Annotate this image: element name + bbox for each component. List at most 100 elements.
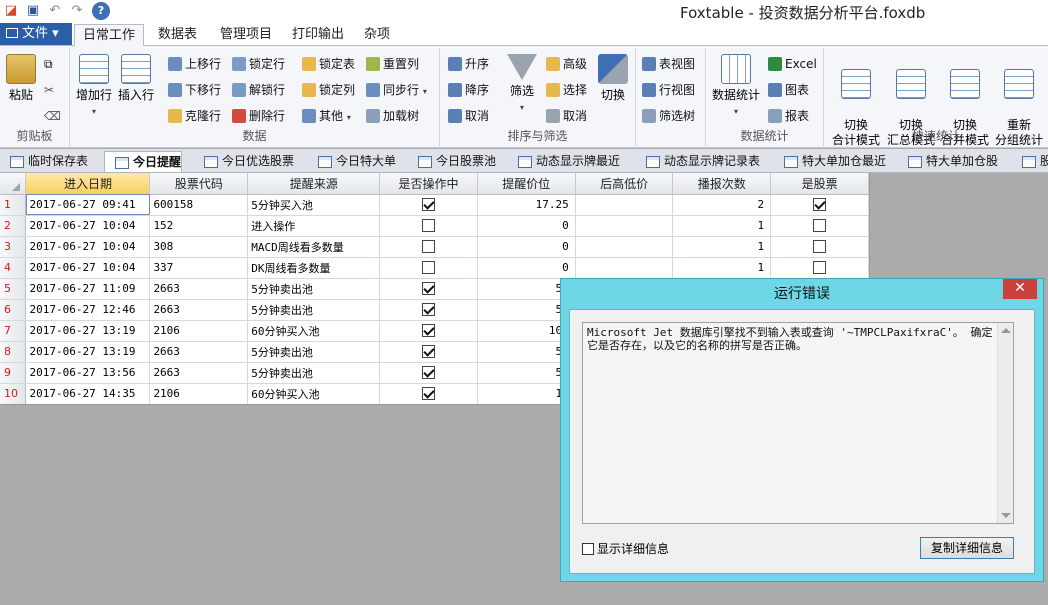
row-view-button[interactable]: 行视图 (642, 82, 695, 98)
operating-checkbox-cell[interactable] (379, 299, 478, 321)
broadcast-count-cell[interactable]: 1 (672, 257, 772, 279)
date-cell[interactable]: 2017-06-27 14:35 (25, 383, 151, 404)
doc-tab-active[interactable]: 今日提醒 (104, 151, 183, 172)
source-cell[interactable]: 5分钟卖出池 (247, 299, 381, 321)
paste-button[interactable]: 粘贴 (4, 54, 38, 103)
stock-code-cell[interactable]: 2663 (149, 341, 249, 363)
source-cell[interactable]: 5分钟卖出池 (247, 362, 381, 384)
checkbox[interactable] (813, 261, 827, 275)
copy-icon[interactable]: ⧉ (44, 56, 53, 72)
table-row[interactable]: 1 2017-06-27 09:41 600158 5分钟买入池 17.25 2 (0, 194, 869, 216)
broadcast-count-cell[interactable]: 1 (672, 236, 772, 258)
source-cell[interactable]: 5分钟卖出池 (247, 278, 381, 300)
row-number[interactable]: 8 (0, 341, 27, 363)
advanced-filter-button[interactable]: 高级 (546, 56, 587, 72)
clone-row-button[interactable]: 克隆行 (168, 108, 221, 124)
message-scrollbar[interactable] (997, 323, 1013, 523)
operating-checkbox-cell[interactable] (379, 278, 478, 300)
checkbox-box[interactable] (582, 543, 594, 555)
table-row[interactable]: 4 2017-06-27 10:04 337 DK周线看多数量 0 1 (0, 257, 869, 279)
checkbox[interactable] (422, 240, 436, 254)
checkbox[interactable] (422, 219, 436, 233)
row-number[interactable]: 1 (0, 194, 27, 216)
price-cell[interactable]: 0 (477, 257, 576, 279)
tab-manage-project[interactable]: 管理项目 (212, 24, 280, 46)
stock-code-cell[interactable]: 2106 (149, 383, 249, 404)
sort-desc-button[interactable]: 降序 (448, 82, 489, 98)
source-cell[interactable]: DK周线看多数量 (247, 257, 381, 279)
operating-checkbox-cell[interactable] (379, 383, 478, 404)
doc-tab[interactable]: 动态显示牌最近 (508, 151, 620, 172)
checkbox[interactable] (422, 345, 436, 359)
column-header[interactable]: 进入日期 (25, 173, 151, 195)
row-number[interactable]: 3 (0, 236, 27, 258)
column-header[interactable]: 股票代码 (149, 173, 249, 195)
doc-tab[interactable]: 特大单加仓最近 (774, 151, 886, 172)
unlock-row-button[interactable]: 解锁行 (232, 82, 285, 98)
row-number[interactable]: 6 (0, 299, 27, 321)
price-cell[interactable]: 0 (477, 236, 576, 258)
checkbox[interactable] (422, 366, 436, 380)
table-row[interactable]: 2 2017-06-27 10:04 152 进入操作 0 1 (0, 215, 869, 237)
load-tree-button[interactable]: 加载树 (366, 108, 419, 124)
is-stock-checkbox-cell[interactable] (770, 215, 869, 237)
error-message-box[interactable]: Microsoft Jet 数据库引擎找不到输入表或查询 '~TMPCLPaxi… (582, 322, 1014, 524)
tab-misc[interactable]: 杂项 (356, 24, 398, 46)
column-header[interactable]: 是股票 (770, 173, 869, 195)
broadcast-count-cell[interactable]: 1 (672, 215, 772, 237)
app-icon[interactable]: ◪ (2, 2, 20, 20)
stock-code-cell[interactable]: 308 (149, 236, 249, 258)
file-menu-button[interactable]: 文件 ▾ (0, 23, 72, 45)
doc-tab[interactable]: 临时保存表 (0, 151, 88, 172)
row-number[interactable]: 2 (0, 215, 27, 237)
move-up-button[interactable]: 上移行 (168, 56, 221, 72)
doc-tab[interactable]: 今日股票池 (408, 151, 496, 172)
source-cell[interactable]: 5分钟买入池 (247, 194, 381, 216)
reset-column-button[interactable]: 重置列 (366, 56, 419, 72)
high-low-cell[interactable] (575, 257, 674, 279)
table-view-button[interactable]: 表视图 (642, 56, 695, 72)
row-number[interactable]: 9 (0, 362, 27, 384)
copy-details-button[interactable]: 复制详细信息 (920, 537, 1014, 559)
operating-checkbox-cell[interactable] (379, 341, 478, 363)
is-stock-checkbox-cell[interactable] (770, 236, 869, 258)
checkbox[interactable] (422, 303, 436, 317)
insert-row-button[interactable]: 插入行 (118, 54, 154, 103)
stock-code-cell[interactable]: 2663 (149, 362, 249, 384)
doc-tab[interactable]: 股 (1012, 151, 1048, 172)
high-low-cell[interactable] (575, 236, 674, 258)
source-cell[interactable]: 60分钟买入池 (247, 383, 381, 404)
save-icon[interactable]: ▣ (24, 2, 42, 20)
date-cell[interactable]: 2017-06-27 10:04 (25, 257, 151, 279)
delete-row-button[interactable]: 删除行 (232, 108, 285, 124)
checkbox[interactable] (813, 219, 827, 233)
source-cell[interactable]: MACD周线看多数量 (247, 236, 381, 258)
date-cell[interactable]: 2017-06-27 13:19 (25, 341, 151, 363)
stock-code-cell[interactable]: 2663 (149, 278, 249, 300)
checkbox[interactable] (422, 198, 436, 212)
data-stats-button[interactable]: 数据统计 ▾ (710, 54, 762, 119)
row-number[interactable]: 10 (0, 383, 27, 404)
checkbox[interactable] (422, 282, 436, 296)
stock-code-cell[interactable]: 2663 (149, 299, 249, 321)
redo-icon[interactable]: ↷ (68, 2, 86, 20)
sort-cancel-button[interactable]: 取消 (448, 108, 489, 124)
source-cell[interactable]: 5分钟卖出池 (247, 341, 381, 363)
add-row-button[interactable]: 增加行 ▾ (76, 54, 112, 119)
scroll-up-icon[interactable] (1001, 328, 1011, 333)
date-cell[interactable]: 2017-06-27 13:56 (25, 362, 151, 384)
help-icon[interactable]: ? (92, 2, 110, 20)
toggle-sort-button[interactable]: 切换 (596, 54, 630, 103)
checkbox[interactable] (422, 261, 436, 275)
filter-button[interactable]: 筛选 ▾ (506, 54, 538, 115)
filter-tree-button[interactable]: 筛选树 (642, 108, 695, 124)
eraser-icon[interactable]: ⌫ (44, 108, 61, 124)
chart-button[interactable]: 图表 (768, 82, 809, 98)
column-header[interactable]: 提醒价位 (477, 173, 576, 195)
cancel-filter-button[interactable]: 取消 (546, 108, 587, 124)
operating-checkbox-cell[interactable] (379, 215, 478, 237)
operating-checkbox-cell[interactable] (379, 320, 478, 342)
is-stock-checkbox-cell[interactable] (770, 257, 869, 279)
date-cell[interactable]: 2017-06-27 10:04 (25, 215, 151, 237)
stock-code-cell[interactable]: 152 (149, 215, 249, 237)
